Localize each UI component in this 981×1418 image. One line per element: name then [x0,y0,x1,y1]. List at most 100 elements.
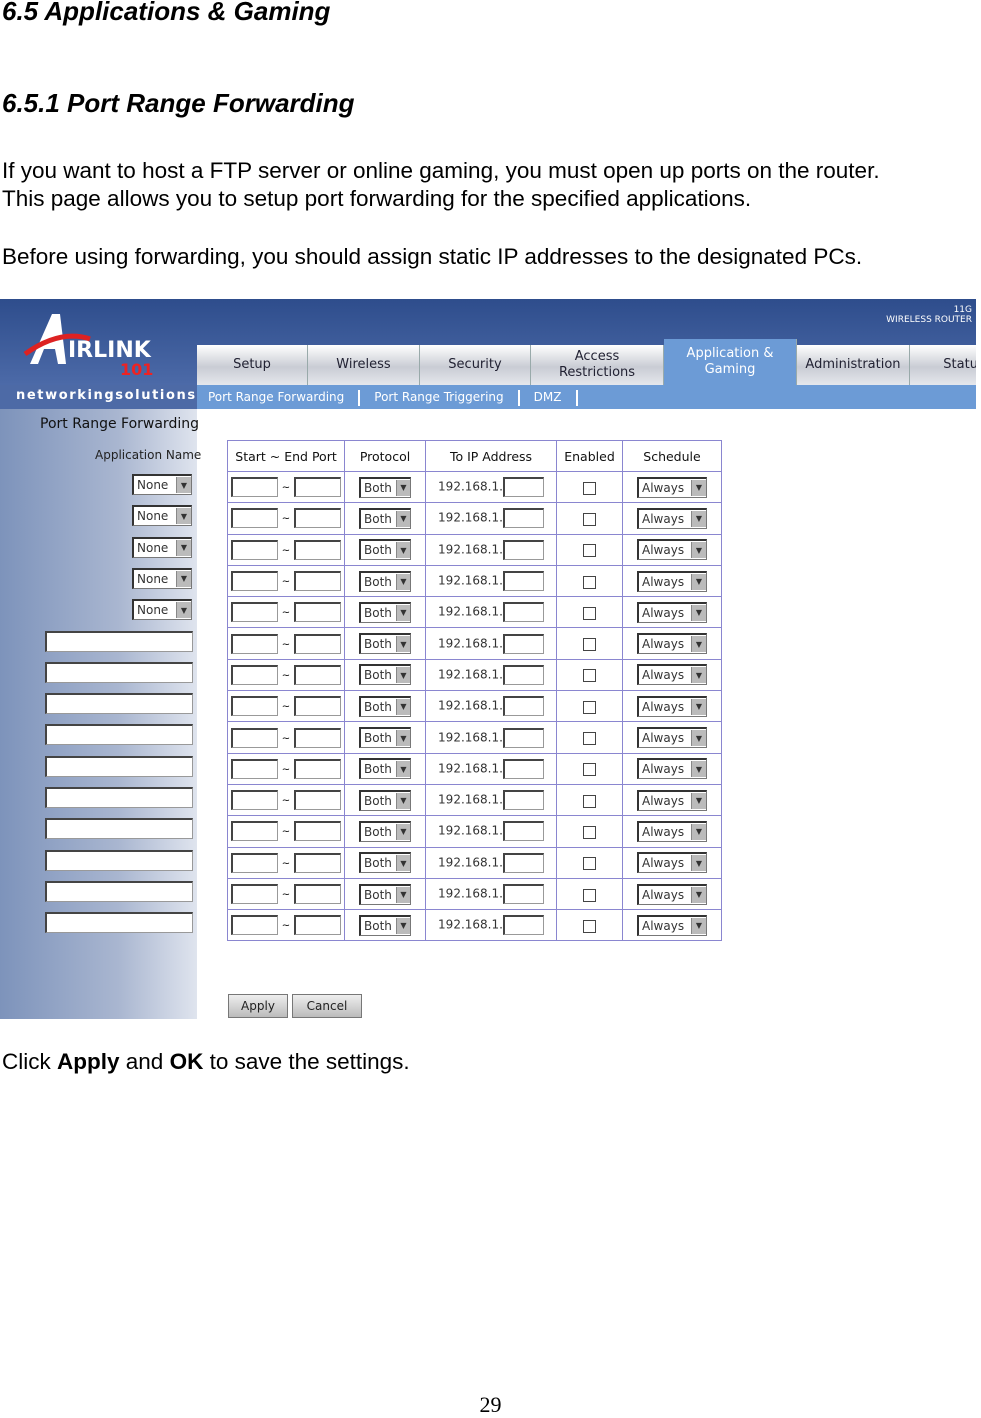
protocol-select[interactable]: Both ▼ [359,883,411,905]
ip-last-octet-input[interactable] [502,727,544,748]
subnav-port-range-triggering[interactable]: Port Range Triggering [374,390,503,406]
protocol-select[interactable]: Both ▼ [359,852,411,874]
protocol-select[interactable]: Both ▼ [359,695,411,717]
protocol-select[interactable]: Both ▼ [359,570,411,592]
schedule-select[interactable]: Always ▼ [637,633,707,655]
enabled-checkbox[interactable] [583,544,596,558]
subnav-dmz[interactable]: DMZ [534,390,562,406]
application-name-input[interactable] [45,880,193,902]
schedule-select[interactable]: Always ▼ [637,695,707,717]
application-select[interactable]: None ▼ [132,599,192,621]
start-port-input[interactable] [230,915,278,936]
ip-last-octet-input[interactable] [502,821,544,842]
ip-last-octet-input[interactable] [502,852,544,873]
enabled-checkbox[interactable] [583,669,596,683]
enabled-checkbox[interactable] [583,888,596,902]
protocol-select[interactable]: Both ▼ [359,476,411,498]
end-port-input[interactable] [294,664,342,685]
end-port-input[interactable] [294,633,342,654]
enabled-checkbox[interactable] [583,825,596,839]
application-select[interactable]: None ▼ [132,505,192,527]
protocol-select[interactable]: Both ▼ [359,914,411,936]
start-port-input[interactable] [230,790,278,811]
start-port-input[interactable] [230,664,278,685]
end-port-input[interactable] [294,884,342,904]
ip-last-octet-input[interactable] [502,539,544,560]
schedule-select[interactable]: Always ▼ [637,883,707,905]
application-name-input[interactable] [45,630,193,652]
schedule-select[interactable]: Always ▼ [637,727,707,749]
end-port-input[interactable] [294,571,342,592]
tab-administration[interactable]: Administration [797,345,910,385]
end-port-input[interactable] [294,727,342,748]
protocol-select[interactable]: Both ▼ [359,664,411,686]
ip-last-octet-input[interactable] [502,696,544,717]
start-port-input[interactable] [230,633,278,654]
ip-last-octet-input[interactable] [502,790,544,811]
end-port-input[interactable] [294,508,342,529]
enabled-checkbox[interactable] [583,481,596,495]
end-port-input[interactable] [294,852,342,873]
enabled-checkbox[interactable] [583,919,596,933]
application-name-input[interactable] [45,755,193,777]
start-port-input[interactable] [230,758,278,779]
end-port-input[interactable] [294,821,342,842]
start-port-input[interactable] [230,571,278,592]
end-port-input[interactable] [294,790,342,811]
enabled-checkbox[interactable] [583,638,596,652]
schedule-select[interactable]: Always ▼ [637,758,707,780]
enabled-checkbox[interactable] [583,512,596,526]
protocol-select[interactable]: Both ▼ [359,507,411,529]
enabled-checkbox[interactable] [583,700,596,714]
protocol-select[interactable]: Both ▼ [359,820,411,842]
application-name-input[interactable] [45,912,193,934]
ip-last-octet-input[interactable] [502,915,544,936]
end-port-input[interactable] [294,696,342,717]
ip-last-octet-input[interactable] [502,571,544,592]
start-port-input[interactable] [230,508,278,529]
protocol-select[interactable]: Both ▼ [359,601,411,623]
application-name-input[interactable] [45,787,193,808]
protocol-select[interactable]: Both ▼ [359,758,411,780]
schedule-select[interactable]: Always ▼ [637,570,707,592]
application-select[interactable]: None ▼ [132,567,192,589]
ip-last-octet-input[interactable] [502,758,544,779]
tab-application-gaming[interactable]: Application & Gaming [664,339,797,385]
tab-security[interactable]: Security [420,345,531,385]
schedule-select[interactable]: Always ▼ [637,852,707,874]
ip-last-octet-input[interactable] [502,477,544,498]
application-select[interactable]: None ▼ [132,536,192,558]
application-name-input[interactable] [45,693,193,715]
tab-setup[interactable]: Setup [197,345,308,385]
schedule-select[interactable]: Always ▼ [637,601,707,623]
start-port-input[interactable] [230,852,278,873]
schedule-select[interactable]: Always ▼ [637,664,707,686]
start-port-input[interactable] [230,727,278,748]
start-port-input[interactable] [230,477,278,498]
enabled-checkbox[interactable] [583,794,596,808]
ip-last-octet-input[interactable] [502,633,544,654]
ip-last-octet-input[interactable] [502,884,544,904]
schedule-select[interactable]: Always ▼ [637,539,707,561]
application-name-input[interactable] [45,849,193,871]
tab-status[interactable]: Status [910,345,976,385]
ip-last-octet-input[interactable] [502,508,544,529]
end-port-input[interactable] [294,758,342,779]
enabled-checkbox[interactable] [583,763,596,777]
ip-last-octet-input[interactable] [502,602,544,623]
protocol-select[interactable]: Both ▼ [359,633,411,655]
application-name-input[interactable] [45,818,193,840]
application-name-input[interactable] [45,661,193,683]
schedule-select[interactable]: Always ▼ [637,507,707,529]
tab-wireless[interactable]: Wireless [308,345,420,385]
start-port-input[interactable] [230,884,278,904]
schedule-select[interactable]: Always ▼ [637,914,707,936]
application-name-input[interactable] [45,724,193,746]
start-port-input[interactable] [230,696,278,717]
cancel-button[interactable]: Cancel [292,994,362,1018]
protocol-select[interactable]: Both ▼ [359,539,411,561]
subnav-port-range-forwarding[interactable]: Port Range Forwarding [208,390,344,406]
enabled-checkbox[interactable] [583,857,596,871]
enabled-checkbox[interactable] [583,575,596,589]
end-port-input[interactable] [294,539,342,560]
